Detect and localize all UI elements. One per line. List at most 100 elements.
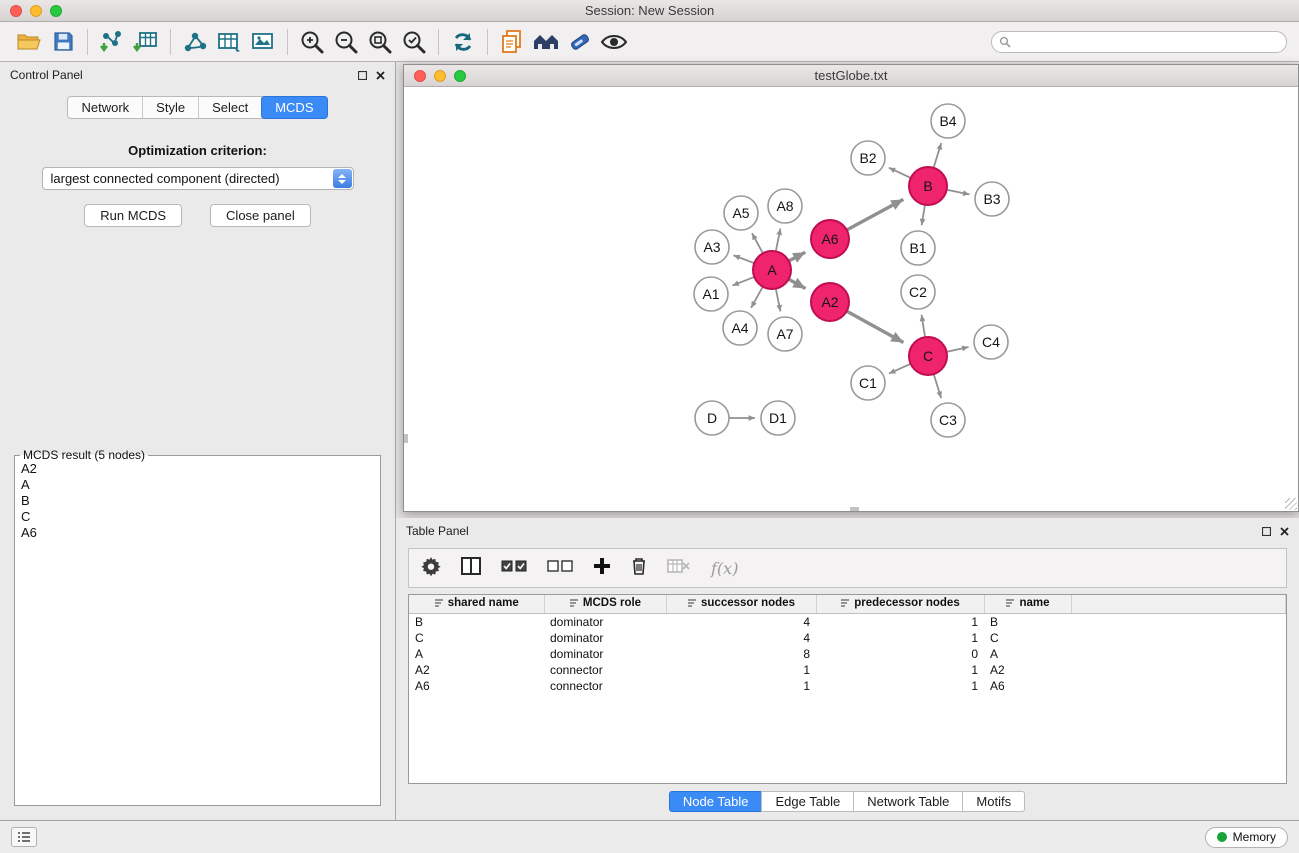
tab-network[interactable]: Network <box>68 97 143 118</box>
table-row[interactable]: Bdominator41B <box>409 614 1286 631</box>
graph-edge-A-A3[interactable] <box>733 255 754 263</box>
network-overview-icon[interactable] <box>529 26 563 58</box>
close-panel-icon[interactable] <box>1280 527 1289 536</box>
zoom-selected-icon[interactable] <box>397 26 431 58</box>
graph-edge-A-A6[interactable] <box>789 252 806 261</box>
close-panel-icon[interactable] <box>376 71 385 80</box>
graph-node-C[interactable]: C <box>909 337 947 375</box>
column-header-shared-name[interactable]: shared name <box>409 595 544 614</box>
tab-motifs[interactable]: Motifs <box>962 791 1025 812</box>
graph-edge-A2-C[interactable] <box>847 311 904 342</box>
table-row[interactable]: Cdominator41C <box>409 630 1286 646</box>
graph-edge-B-B2[interactable] <box>889 168 911 178</box>
show-graphics-details-icon[interactable] <box>597 26 631 58</box>
minimize-window-button[interactable] <box>30 5 42 17</box>
table-row[interactable]: Adominator80A <box>409 646 1286 662</box>
graph-node-C3[interactable]: C3 <box>931 403 965 437</box>
graph-node-B[interactable]: B <box>909 167 947 205</box>
export-image-icon[interactable] <box>246 26 280 58</box>
function-builder-icon[interactable]: f(x) <box>711 559 738 578</box>
delete-column-icon[interactable] <box>631 556 647 580</box>
close-window-button[interactable] <box>10 5 22 17</box>
graph-edge-A-A7[interactable] <box>776 289 781 312</box>
graph-node-A5[interactable]: A5 <box>724 196 758 230</box>
import-network-icon[interactable] <box>95 26 129 58</box>
result-item[interactable]: A2 <box>21 461 374 477</box>
graph-node-A7[interactable]: A7 <box>768 317 802 351</box>
task-history-button[interactable] <box>11 827 37 847</box>
column-header-mcds-role[interactable]: MCDS role <box>544 595 666 614</box>
zoom-out-icon[interactable] <box>329 26 363 58</box>
show-columns-icon[interactable] <box>461 557 481 580</box>
graph-node-A1[interactable]: A1 <box>694 277 728 311</box>
memory-button[interactable]: Memory <box>1205 827 1288 848</box>
tab-select[interactable]: Select <box>199 97 262 118</box>
graph-edge-B-B1[interactable] <box>922 205 925 226</box>
graph-node-A6[interactable]: A6 <box>811 220 849 258</box>
graph-node-B1[interactable]: B1 <box>901 231 935 265</box>
graph-node-A3[interactable]: A3 <box>695 230 729 264</box>
open-folder-icon[interactable] <box>12 26 46 58</box>
documents-icon[interactable] <box>495 26 529 58</box>
network-minimize-button[interactable] <box>434 70 446 82</box>
tab-network-table[interactable]: Network Table <box>853 791 963 812</box>
tab-node-table[interactable]: Node Table <box>669 791 763 812</box>
window-resize-handle[interactable] <box>1285 498 1297 510</box>
network-canvas[interactable]: B4B2BB3A5A8A6B1A3AC2A1A2A4A7C4CC1C3DD1 <box>404 87 1298 511</box>
zoom-in-icon[interactable] <box>295 26 329 58</box>
network-close-button[interactable] <box>414 70 426 82</box>
search-input[interactable] <box>1016 35 1279 49</box>
tab-mcds[interactable]: MCDS <box>261 96 327 119</box>
table-row[interactable]: A2connector11A2 <box>409 662 1286 678</box>
column-header-predecessor-nodes[interactable]: predecessor nodes <box>816 595 984 614</box>
graph-node-D1[interactable]: D1 <box>761 401 795 435</box>
search-box[interactable] <box>991 31 1287 53</box>
graph-node-B4[interactable]: B4 <box>931 104 965 138</box>
deselect-all-rows-icon[interactable] <box>547 559 573 577</box>
graph-node-B2[interactable]: B2 <box>851 141 885 175</box>
graph-edge-A-A2[interactable] <box>789 279 806 288</box>
table-settings-gear-icon[interactable] <box>421 556 441 581</box>
graph-node-C4[interactable]: C4 <box>974 325 1008 359</box>
criterion-dropdown[interactable]: largest connected component (directed) <box>42 167 354 190</box>
new-table-icon[interactable] <box>212 26 246 58</box>
graph-node-A4[interactable]: A4 <box>723 311 757 345</box>
graph-node-D[interactable]: D <box>695 401 729 435</box>
graph-edge-C-C2[interactable] <box>922 315 926 338</box>
graph-edge-C-C3[interactable] <box>934 374 941 398</box>
result-item[interactable]: B <box>21 493 374 509</box>
graph-node-A[interactable]: A <box>753 251 791 289</box>
graph-edge-A6-B[interactable] <box>847 199 904 230</box>
horizontal-scroll-notch[interactable] <box>850 507 859 511</box>
graph-edge-C-C1[interactable] <box>889 364 911 374</box>
graph-edge-A-A1[interactable] <box>732 277 754 286</box>
result-item[interactable]: A <box>21 477 374 493</box>
run-mcds-button[interactable]: Run MCDS <box>84 204 182 227</box>
float-panel-icon[interactable] <box>1262 527 1271 536</box>
style-tool-icon[interactable] <box>563 26 597 58</box>
network-zoom-button[interactable] <box>454 70 466 82</box>
graph-edge-B-B4[interactable] <box>934 143 942 168</box>
graph-edge-B-B3[interactable] <box>947 190 970 195</box>
select-all-rows-icon[interactable] <box>501 559 527 577</box>
graph-edge-C-C4[interactable] <box>947 347 969 352</box>
graph-node-C2[interactable]: C2 <box>901 275 935 309</box>
close-panel-button[interactable]: Close panel <box>210 204 311 227</box>
graph-node-A8[interactable]: A8 <box>768 189 802 223</box>
table-row[interactable]: A6connector11A6 <box>409 678 1286 694</box>
tab-edge-table[interactable]: Edge Table <box>761 791 854 812</box>
zoom-fit-icon[interactable] <box>363 26 397 58</box>
vertical-scroll-notch[interactable] <box>404 434 408 443</box>
apply-layout-icon[interactable] <box>446 26 480 58</box>
add-column-icon[interactable] <box>593 557 611 580</box>
graph-edge-A-A5[interactable] <box>752 233 763 253</box>
save-icon[interactable] <box>46 26 80 58</box>
new-network-icon[interactable] <box>178 26 212 58</box>
result-item[interactable]: C <box>21 509 374 525</box>
import-table-icon[interactable] <box>129 26 163 58</box>
result-item[interactable]: A6 <box>21 525 374 541</box>
graph-edge-A-A4[interactable] <box>751 287 763 308</box>
graph-node-A2[interactable]: A2 <box>811 283 849 321</box>
graph-node-B3[interactable]: B3 <box>975 182 1009 216</box>
zoom-window-button[interactable] <box>50 5 62 17</box>
